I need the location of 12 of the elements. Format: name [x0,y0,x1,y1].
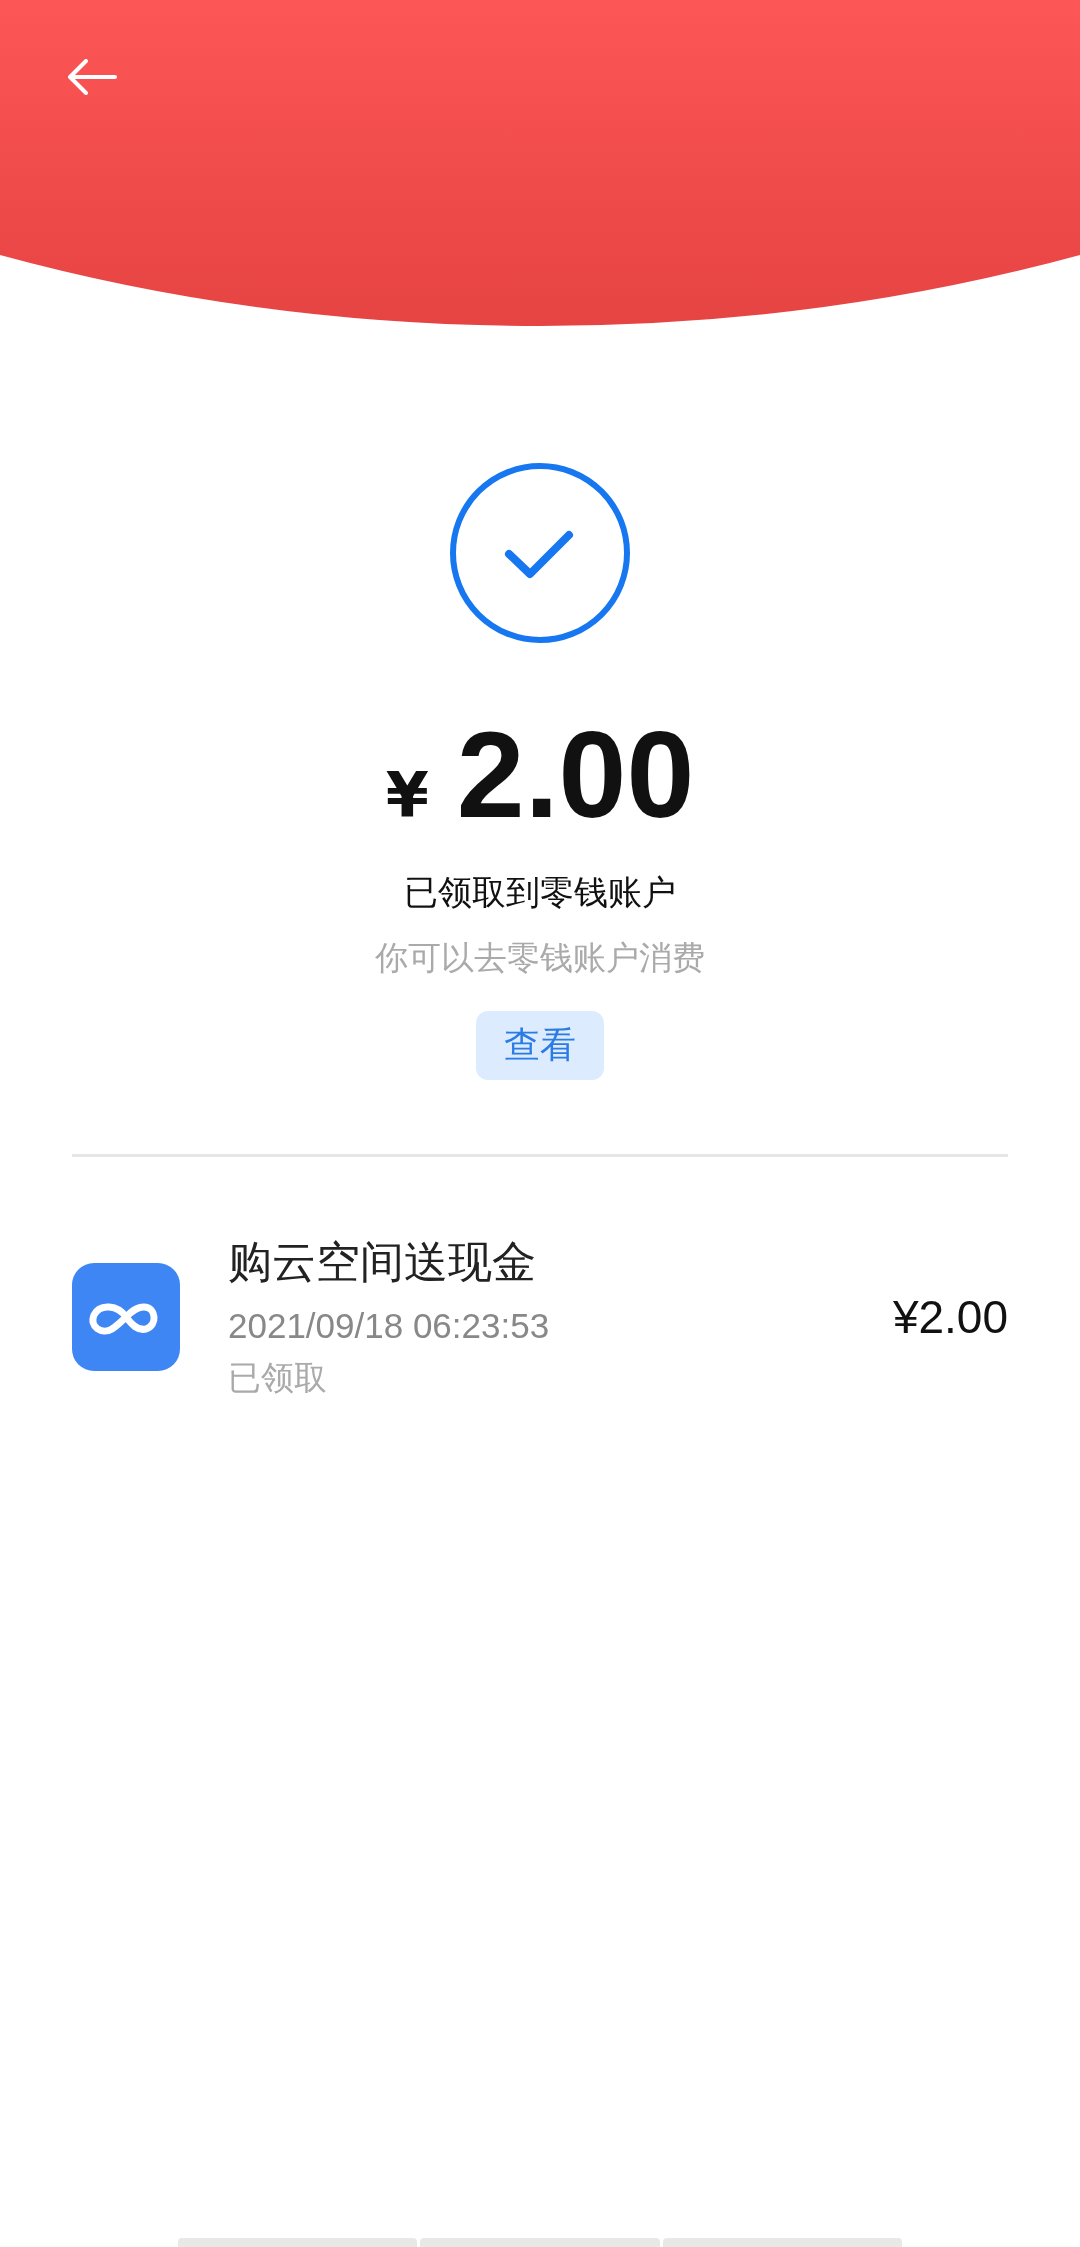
hint-text: 你可以去零钱账户消费 [375,937,705,979]
record-status: 已领取 [228,1357,328,1399]
record-title: 购云空间送现金 [228,1235,537,1289]
record-amount: ¥2.00 [892,1290,1008,1344]
amount-value: 2.00 [456,714,695,836]
currency-symbol: ¥ [385,759,429,832]
view-button[interactable]: 查看 [476,1011,604,1080]
back-arrow-icon [67,59,117,95]
record-time: 2021/09/18 06:23:53 [228,1306,551,1346]
check-circle-icon [449,462,631,644]
status-message: 已领取到零钱账户 [404,871,676,914]
app-icon [72,1263,180,1371]
